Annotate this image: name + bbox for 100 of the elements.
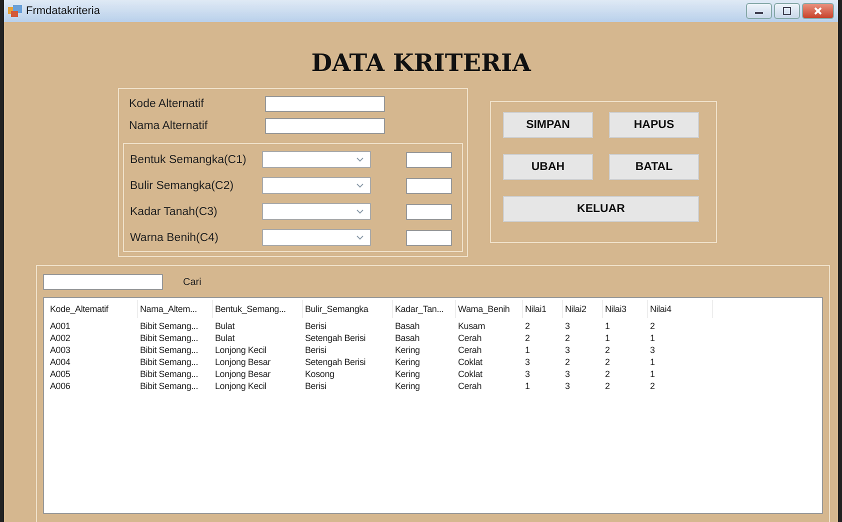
table-cell-text: 2 <box>604 369 611 379</box>
field-label: Warna Benih(C4) <box>130 232 220 244</box>
input-field[interactable] <box>406 230 452 246</box>
table-cell-text: Kering <box>394 357 421 367</box>
input-field[interactable] <box>406 178 452 194</box>
table-cell-text: 2 <box>564 357 571 367</box>
form-heading: DATA KRITERIA <box>310 48 532 78</box>
table-cell-text: 1 <box>604 333 611 343</box>
dropdown-field[interactable] <box>262 203 371 220</box>
field-label: Kode Alternatif <box>129 98 205 110</box>
table-cell-text: 3 <box>564 345 571 355</box>
window-title: Frmdatakriteria <box>26 5 100 17</box>
input-field[interactable] <box>406 204 452 220</box>
column-header[interactable]: Wama_Benih <box>456 300 523 318</box>
table-cell-text: Kering <box>394 381 421 391</box>
chevron-icon <box>356 209 364 214</box>
close-icon <box>813 7 823 15</box>
table-cell-text: 2 <box>604 381 611 391</box>
search-field[interactable] <box>43 274 163 290</box>
table-cell-text: 1 <box>649 357 656 367</box>
action-button[interactable]: KELUAR <box>503 196 699 222</box>
table-cell-text: Cerah <box>457 333 483 343</box>
table-cell-text: Cerah <box>457 381 483 391</box>
table-cell-text: 2 <box>524 333 531 343</box>
app-icon <box>8 5 22 17</box>
column-header[interactable]: Nilai3 <box>603 300 648 318</box>
chevron-icon <box>356 157 364 162</box>
action-button[interactable]: UBAH <box>503 154 593 180</box>
table-cell-text: 1 <box>524 381 531 391</box>
table-cell-text: Bibit Semang... <box>139 345 200 355</box>
table-cell-text: Kering <box>394 369 421 379</box>
action-button[interactable]: BATAL <box>609 154 699 180</box>
maximize-icon <box>782 7 792 15</box>
table-cell-text: 2 <box>564 333 571 343</box>
table-cell-text: 1 <box>649 333 656 343</box>
table-cell-text: A002 <box>49 333 72 343</box>
input-field[interactable] <box>265 118 385 134</box>
table-cell-text: A003 <box>49 345 72 355</box>
table-cell-text: 2 <box>649 381 656 391</box>
table-cell-text: 2 <box>524 321 531 331</box>
maximize-button[interactable] <box>774 3 800 19</box>
table-cell-text: 3 <box>564 369 571 379</box>
table-cell-text: 3 <box>564 321 571 331</box>
column-header[interactable]: Nilai1 <box>523 300 563 318</box>
table-cell-text: Lonjong Besar <box>214 369 272 379</box>
column-header[interactable]: Bentuk_Semang... <box>213 300 303 318</box>
action-button[interactable]: HAPUS <box>609 112 699 138</box>
input-field[interactable] <box>406 152 452 168</box>
field-label: Kadar Tanah(C3) <box>130 206 218 218</box>
search-button[interactable]: Cari <box>183 276 202 288</box>
table-cell-text: Setengah Berisi <box>304 357 367 367</box>
column-header[interactable]: Nama_Altem... <box>138 300 213 318</box>
table-cell-text: Berisi <box>304 345 328 355</box>
dropdown-field[interactable] <box>262 151 371 168</box>
chevron-icon <box>356 235 364 240</box>
chevron-icon <box>356 183 364 188</box>
table-cell-text: Kering <box>394 345 421 355</box>
column-header[interactable]: Nilai4 <box>648 300 713 318</box>
table-cell-text: Basah <box>394 321 421 331</box>
table-cell-text: Berisi <box>304 321 328 331</box>
table-cell-text: 3 <box>649 345 656 355</box>
field-label: Bentuk Semangka(C1) <box>130 154 248 166</box>
table-cell-text: 3 <box>564 381 571 391</box>
table-cell-text: Bulat <box>214 321 236 331</box>
table-cell-text: 2 <box>649 321 656 331</box>
dropdown-field[interactable] <box>262 177 371 194</box>
table-cell-text: Kosong <box>304 369 336 379</box>
table-cell-text: A005 <box>49 369 72 379</box>
table-cell-text: 2 <box>604 357 611 367</box>
close-button[interactable] <box>802 3 834 19</box>
table-cell-text: 3 <box>524 369 531 379</box>
table-cell-text: 1 <box>524 345 531 355</box>
table-cell-text: Bulat <box>214 333 236 343</box>
table-cell-text: Berisi <box>304 381 328 391</box>
table-cell-text: Bibit Semang... <box>139 357 200 367</box>
column-header[interactable]: Kadar_Tan... <box>393 300 456 318</box>
field-label: Nama Alternatif <box>129 120 209 132</box>
table-cell-text: Lonjong Besar <box>214 357 272 367</box>
table-cell-text: A006 <box>49 381 72 391</box>
table-cell-text: Cerah <box>457 345 483 355</box>
input-field[interactable] <box>265 96 385 112</box>
table-cell-text: A001 <box>49 321 72 331</box>
column-header[interactable]: Bulir_Semangka <box>303 300 393 318</box>
table-cell-text: Lonjong Kecil <box>214 381 268 391</box>
action-button[interactable]: SIMPAN <box>503 112 593 138</box>
table-cell-text: Lonjong Kecil <box>214 345 268 355</box>
minimize-button[interactable] <box>746 3 772 19</box>
table-cell-text: 1 <box>649 369 656 379</box>
table-cell-text: Coklat <box>457 357 484 367</box>
table-cell-text: Basah <box>394 333 421 343</box>
table-cell-text: 1 <box>604 321 611 331</box>
dropdown-field[interactable] <box>262 229 371 246</box>
table-cell-text: Bibit Semang... <box>139 333 200 343</box>
table-cell-text: A004 <box>49 357 72 367</box>
table-cell-text: Bibit Semang... <box>139 369 200 379</box>
column-header[interactable]: Kode_Altematif <box>48 300 138 318</box>
table-cell-text: Setengah Berisi <box>304 333 367 343</box>
table-cell-text: 2 <box>604 345 611 355</box>
column-header[interactable]: Nilai2 <box>563 300 603 318</box>
table-cell-text: 3 <box>524 357 531 367</box>
